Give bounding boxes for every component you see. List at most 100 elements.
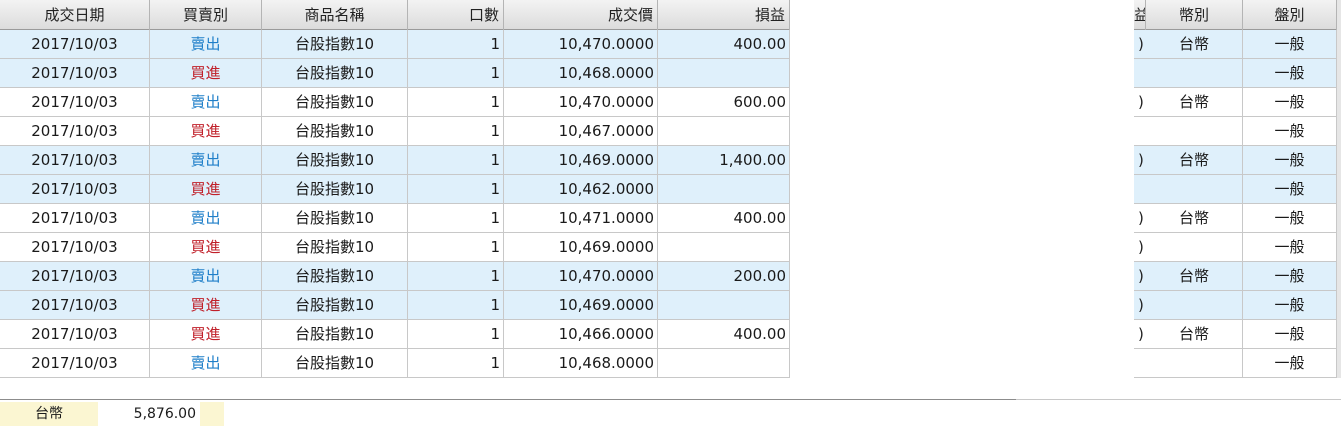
table-row[interactable]: 2017/10/03 買進 台股指數10 1 10,468.0000 一般 xyxy=(0,59,1341,88)
table-row[interactable]: 2017/10/03 賣出 台股指數10 1 10,469.0000 1,400.00 台幣… xyxy=(0,146,1341,175)
cell-currency xyxy=(1146,233,1243,262)
cell-side: 賣出 xyxy=(150,262,262,291)
cell-product: 台股指數10 xyxy=(262,30,408,59)
cell-price: 10,469.0000 xyxy=(504,291,658,320)
cell-product: 台股指數10 xyxy=(262,233,408,262)
header-product[interactable]: 商品名稱 xyxy=(262,0,408,30)
cell-date: 2017/10/03 xyxy=(0,233,150,262)
cell-side: 買進 xyxy=(150,291,262,320)
cell-partial: ) xyxy=(1138,267,1144,285)
cell-date: 2017/10/03 xyxy=(0,320,150,349)
cell-price: 10,468.0000 xyxy=(504,59,658,88)
cell-pnl xyxy=(658,233,790,262)
header-partial: 益 xyxy=(1134,0,1146,30)
cell-session: 一般 xyxy=(1243,233,1337,262)
cell-product: 台股指數10 xyxy=(262,320,408,349)
cell-currency: 台幣 xyxy=(1146,146,1243,175)
table-row[interactable]: 2017/10/03 買進 台股指數10 1 10,469.0000 一般) xyxy=(0,291,1341,320)
cell-currency: 台幣 xyxy=(1146,88,1243,117)
cell-side: 賣出 xyxy=(150,204,262,233)
table-row[interactable]: 2017/10/03 賣出 台股指數10 1 10,470.0000 200.00 台幣 一般… xyxy=(0,262,1341,291)
cell-session: 一般 xyxy=(1243,30,1337,59)
cell-price: 10,467.0000 xyxy=(504,117,658,146)
redacted-area-header xyxy=(790,0,1134,30)
cell-session: 一般 xyxy=(1243,175,1337,204)
cell-lots: 1 xyxy=(408,117,504,146)
cell-pnl xyxy=(658,291,790,320)
cell-lots: 1 xyxy=(408,320,504,349)
cell-lots: 1 xyxy=(408,204,504,233)
cell-side: 買進 xyxy=(150,117,262,146)
cell-pnl xyxy=(658,59,790,88)
cell-session: 一般 xyxy=(1243,146,1337,175)
summary-filler xyxy=(200,402,224,426)
cell-currency xyxy=(1146,117,1243,146)
footer-divider-right xyxy=(1016,399,1341,400)
cell-price: 10,470.0000 xyxy=(504,30,658,59)
cell-price: 10,471.0000 xyxy=(504,204,658,233)
cell-date: 2017/10/03 xyxy=(0,349,150,378)
cell-product: 台股指數10 xyxy=(262,262,408,291)
cell-lots: 1 xyxy=(408,262,504,291)
cell-pnl: 400.00 xyxy=(658,204,790,233)
header-session[interactable]: 盤別 xyxy=(1243,0,1337,30)
cell-partial: ) xyxy=(1138,93,1144,111)
header-side[interactable]: 買賣別 xyxy=(150,0,262,30)
cell-partial: ) xyxy=(1138,296,1144,314)
cell-session: 一般 xyxy=(1243,59,1337,88)
cell-product: 台股指數10 xyxy=(262,117,408,146)
cell-date: 2017/10/03 xyxy=(0,204,150,233)
cell-side: 買進 xyxy=(150,233,262,262)
cell-pnl: 400.00 xyxy=(658,30,790,59)
table-row[interactable]: 2017/10/03 賣出 台股指數10 1 10,470.0000 400.00 台幣 一般… xyxy=(0,30,1341,59)
cell-partial: ) xyxy=(1138,151,1144,169)
summary-total: 5,876.00 xyxy=(98,402,200,426)
cell-session: 一般 xyxy=(1243,262,1337,291)
cell-currency: 台幣 xyxy=(1146,262,1243,291)
header-price[interactable]: 成交價 xyxy=(504,0,658,30)
cell-date: 2017/10/03 xyxy=(0,262,150,291)
cell-session: 一般 xyxy=(1243,117,1337,146)
header-date[interactable]: 成交日期 xyxy=(0,0,150,30)
cell-lots: 1 xyxy=(408,30,504,59)
table-row[interactable]: 2017/10/03 賣出 台股指數10 1 10,471.0000 400.00 台幣 一般… xyxy=(0,204,1341,233)
cell-lots: 1 xyxy=(408,146,504,175)
cell-side: 賣出 xyxy=(150,349,262,378)
cell-date: 2017/10/03 xyxy=(0,117,150,146)
cell-currency xyxy=(1146,175,1243,204)
cell-product: 台股指數10 xyxy=(262,59,408,88)
header-pnl[interactable]: 損益 xyxy=(658,0,790,30)
cell-side: 賣出 xyxy=(150,30,262,59)
cell-session: 一般 xyxy=(1243,320,1337,349)
table-row[interactable]: 2017/10/03 買進 台股指數10 1 10,462.0000 一般 xyxy=(0,175,1341,204)
table-row[interactable]: 2017/10/03 買進 台股指數10 1 10,466.0000 400.00 台幣 一般… xyxy=(0,320,1341,349)
cell-session: 一般 xyxy=(1243,204,1337,233)
cell-pnl xyxy=(658,175,790,204)
table-row[interactable]: 2017/10/03 買進 台股指數10 1 10,467.0000 一般 xyxy=(0,117,1341,146)
cell-date: 2017/10/03 xyxy=(0,146,150,175)
cell-partial xyxy=(1138,175,1146,204)
cell-date: 2017/10/03 xyxy=(0,291,150,320)
cell-product: 台股指數10 xyxy=(262,146,408,175)
cell-side: 買進 xyxy=(150,320,262,349)
grid-header: 成交日期 買賣別 商品名稱 口數 成交價 損益 益 幣別 盤別 xyxy=(0,0,1341,30)
table-row[interactable]: 2017/10/03 買進 台股指數10 1 10,469.0000 一般) xyxy=(0,233,1341,262)
cell-session: 一般 xyxy=(1243,291,1337,320)
table-row[interactable]: 2017/10/03 賣出 台股指數10 1 10,470.0000 600.00 台幣 一般… xyxy=(0,88,1341,117)
table-row[interactable]: 2017/10/03 賣出 台股指數10 1 10,468.0000 一般 xyxy=(0,349,1341,378)
redacted-area xyxy=(790,30,1134,378)
scrollbar-edge[interactable] xyxy=(1337,0,1341,378)
cell-date: 2017/10/03 xyxy=(0,88,150,117)
cell-side: 買進 xyxy=(150,175,262,204)
header-lots[interactable]: 口數 xyxy=(408,0,504,30)
cell-pnl xyxy=(658,349,790,378)
cell-session: 一般 xyxy=(1243,349,1337,378)
cell-product: 台股指數10 xyxy=(262,204,408,233)
cell-partial: ) xyxy=(1138,209,1144,227)
cell-partial xyxy=(1138,117,1146,146)
cell-lots: 1 xyxy=(408,88,504,117)
cell-currency: 台幣 xyxy=(1146,320,1243,349)
cell-currency xyxy=(1146,349,1243,378)
header-currency[interactable]: 幣別 xyxy=(1146,0,1243,30)
footer-divider xyxy=(0,399,1016,400)
